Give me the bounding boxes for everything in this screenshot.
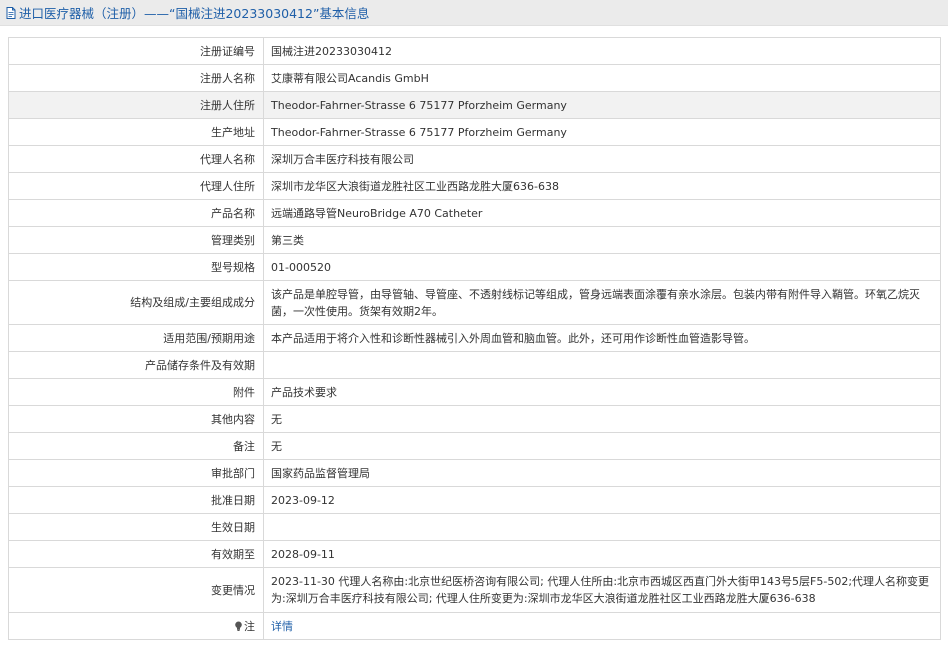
row-label: 有效期至 — [8, 540, 264, 568]
row-value — [263, 513, 941, 541]
row-label: 附件 — [8, 378, 264, 406]
row-label: 管理类别 — [8, 226, 264, 254]
table-row: 注册证编号 国械注进20233030412 — [8, 37, 941, 65]
row-value: 2023-11-30 代理人名称由:北京世纪医桥咨询有限公司; 代理人住所由:北… — [263, 567, 941, 613]
row-value — [263, 351, 941, 379]
row-value: Theodor-Fahrner-Strasse 6 75177 Pforzhei… — [263, 118, 941, 146]
row-label: 代理人名称 — [8, 145, 264, 173]
table-row: 生产地址 Theodor-Fahrner-Strasse 6 75177 Pfo… — [8, 118, 941, 146]
row-value: 无 — [263, 432, 941, 460]
table-row: 附件 产品技术要求 — [8, 378, 941, 406]
row-label: 型号规格 — [8, 253, 264, 281]
row-value: 该产品是单腔导管，由导管轴、导管座、不透射线标记等组成，管身远端表面涂覆有亲水涂… — [263, 280, 941, 325]
row-label: 产品储存条件及有效期 — [8, 351, 264, 379]
row-value: 国械注进20233030412 — [263, 37, 941, 65]
table-row-note: 注 详情 — [8, 612, 941, 640]
row-value: 深圳万合丰医疗科技有限公司 — [263, 145, 941, 173]
page-title: 进口医疗器械（注册）——“国械注进20233030412”基本信息 — [19, 6, 370, 21]
row-label: 批准日期 — [8, 486, 264, 514]
table-row: 批准日期 2023-09-12 — [8, 486, 941, 514]
table-row: 型号规格 01-000520 — [8, 253, 941, 281]
table-row: 变更情况 2023-11-30 代理人名称由:北京世纪医桥咨询有限公司; 代理人… — [8, 567, 941, 613]
table-row: 其他内容 无 — [8, 405, 941, 433]
row-value: Theodor-Fahrner-Strasse 6 75177 Pforzhei… — [263, 91, 941, 119]
row-label: 注册证编号 — [8, 37, 264, 65]
row-label: 适用范围/预期用途 — [8, 324, 264, 352]
note-value-cell: 详情 — [263, 612, 941, 640]
row-value: 深圳市龙华区大浪街道龙胜社区工业西路龙胜大厦636-638 — [263, 172, 941, 200]
row-label: 注册人住所 — [8, 91, 264, 119]
row-value: 2028-09-11 — [263, 540, 941, 568]
table-row: 审批部门 国家药品监督管理局 — [8, 459, 941, 487]
row-value: 第三类 — [263, 226, 941, 254]
table-row: 代理人住所 深圳市龙华区大浪街道龙胜社区工业西路龙胜大厦636-638 — [8, 172, 941, 200]
table-row: 代理人名称 深圳万合丰医疗科技有限公司 — [8, 145, 941, 173]
row-value: 远端通路导管NeuroBridge A70 Catheter — [263, 199, 941, 227]
table-row: 注册人名称 艾康蒂有限公司Acandis GmbH — [8, 64, 941, 92]
table-row: 产品储存条件及有效期 — [8, 351, 941, 379]
row-value: 01-000520 — [263, 253, 941, 281]
table-row: 注册人住所 Theodor-Fahrner-Strasse 6 75177 Pf… — [8, 91, 941, 119]
row-label: 结构及组成/主要组成成分 — [8, 280, 264, 325]
row-value: 国家药品监督管理局 — [263, 459, 941, 487]
lightbulb-icon — [235, 621, 242, 631]
info-table: 注册证编号 国械注进20233030412 注册人名称 艾康蒂有限公司Acand… — [8, 37, 941, 640]
row-label: 生产地址 — [8, 118, 264, 146]
details-link[interactable]: 详情 — [271, 620, 293, 633]
page-header: 进口医疗器械（注册）——“国械注进20233030412”基本信息 — [0, 0, 948, 26]
note-label-cell: 注 — [8, 612, 264, 640]
row-value: 艾康蒂有限公司Acandis GmbH — [263, 64, 941, 92]
table-row: 备注 无 — [8, 432, 941, 460]
note-label: 注 — [244, 619, 255, 633]
row-label: 变更情况 — [8, 567, 264, 613]
row-label: 审批部门 — [8, 459, 264, 487]
table-row: 产品名称 远端通路导管NeuroBridge A70 Catheter — [8, 199, 941, 227]
table-row: 生效日期 — [8, 513, 941, 541]
row-value: 产品技术要求 — [263, 378, 941, 406]
row-label: 其他内容 — [8, 405, 264, 433]
row-label: 代理人住所 — [8, 172, 264, 200]
table-row: 适用范围/预期用途 本产品适用于将介入性和诊断性器械引入外周血管和脑血管。此外，… — [8, 324, 941, 352]
row-label: 备注 — [8, 432, 264, 460]
row-label: 生效日期 — [8, 513, 264, 541]
row-label: 产品名称 — [8, 199, 264, 227]
row-value: 无 — [263, 405, 941, 433]
table-row: 有效期至 2028-09-11 — [8, 540, 941, 568]
row-label: 注册人名称 — [8, 64, 264, 92]
document-icon — [6, 6, 16, 19]
row-value: 2023-09-12 — [263, 486, 941, 514]
row-value: 本产品适用于将介入性和诊断性器械引入外周血管和脑血管。此外，还可用作诊断性血管造… — [263, 324, 941, 352]
table-row: 管理类别 第三类 — [8, 226, 941, 254]
table-row: 结构及组成/主要组成成分 该产品是单腔导管，由导管轴、导管座、不透射线标记等组成… — [8, 280, 941, 325]
